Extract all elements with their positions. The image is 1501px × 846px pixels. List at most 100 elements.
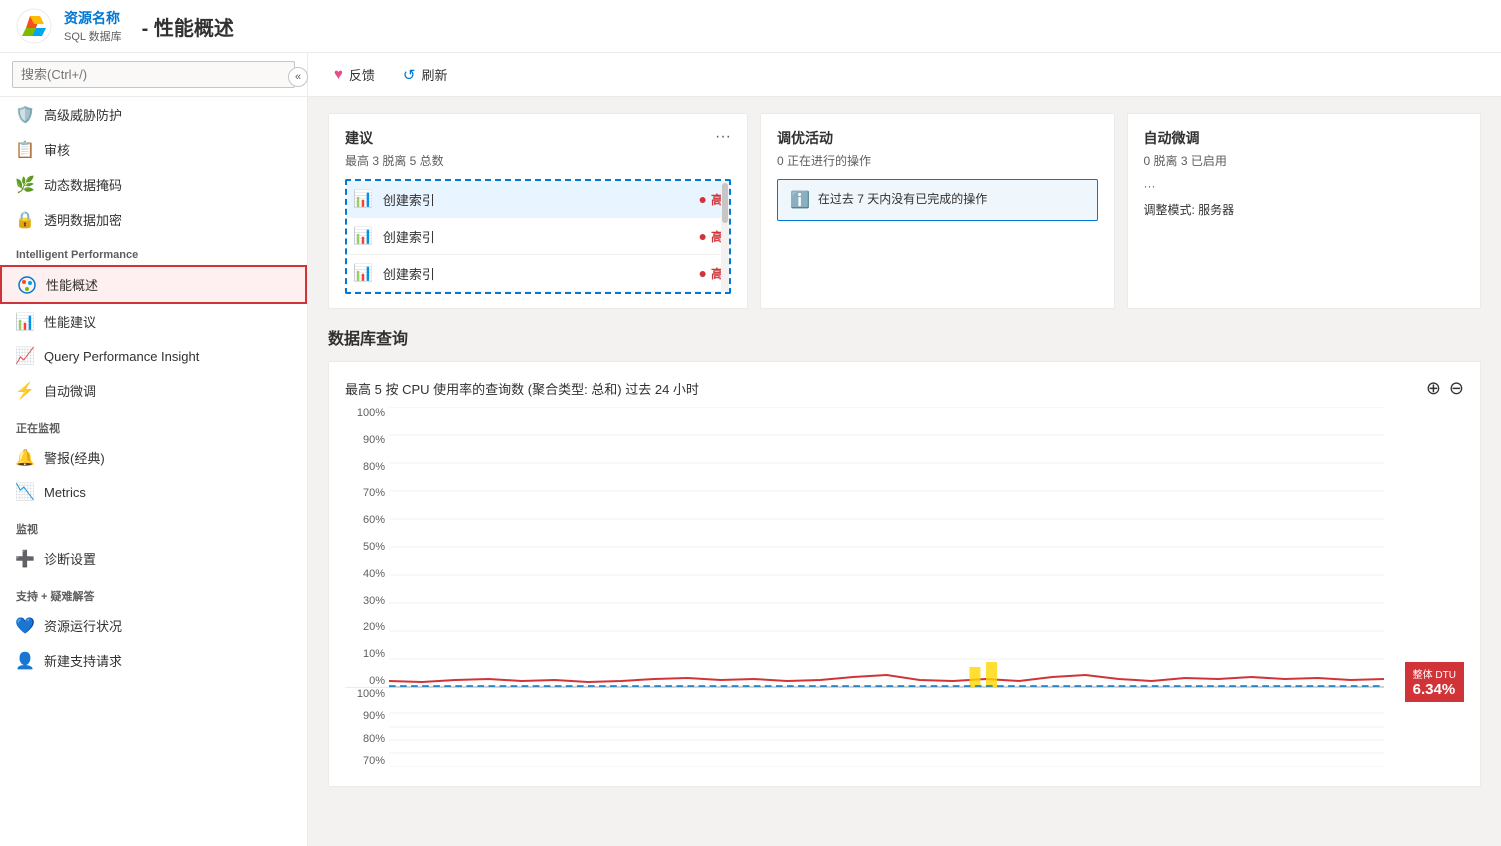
sidebar-item-label: 性能概述 [46,275,98,294]
rec-more-button[interactable]: ··· [715,128,731,146]
resource-subtitle: SQL 数据库 [64,28,122,44]
y-label: 20% [345,621,385,633]
sidebar-item[interactable]: 🛡️ 高级威胁防护 [0,97,307,132]
bar-spike-1 [969,667,980,687]
tuning-card: 调优活动 0 正在进行的操作 ℹ️ 在过去 7 天内没有已完成的操作 [760,113,1115,309]
sidebar-item-resource-health[interactable]: 💙 资源运行状况 [0,608,307,643]
y-label: 70% [345,755,385,767]
refresh-button[interactable]: ↺ 刷新 [397,61,454,88]
health-icon: 💙 [16,617,34,635]
rec-severity-badge-2: ● 高 [699,228,723,245]
dtu-value: 6.34% [1413,681,1456,698]
refresh-icon: ↺ [403,66,416,84]
audit-icon: 📋 [16,141,34,159]
sidebar-item[interactable]: 🔒 透明数据加密 [0,202,307,237]
tuning-info-text: 在过去 7 天内没有已完成的操作 [818,190,987,207]
rec-table-icon: 📊 [353,189,373,209]
y-label: 100% [345,688,385,700]
cards-row: 建议 最高 3 脱离 5 总数 ··· 📊 创建索引 ● 高 [328,113,1481,309]
alert-icon: 🔔 [16,449,34,467]
auto-tune-card: 自动微调 0 脱离 3 已启用 ··· 调整模式: 服务器 [1127,113,1482,309]
diagnostics-icon: ➕ [16,550,34,568]
sidebar: 🛡️ 高级威胁防护 📋 审核 🌿 动态数据掩码 🔒 透明数据加密 Intelli… [0,53,308,846]
dtu-label: 整体 DTU [1413,666,1456,681]
zoom-out-button[interactable]: ⊖ [1449,378,1464,399]
query-icon: 📈 [16,347,34,365]
feedback-label: 反馈 [349,65,375,84]
sidebar-item-label: Metrics [44,485,86,500]
y-label: 50% [345,541,385,553]
y-label: 0% [345,675,385,687]
y-label: 90% [345,434,385,446]
sidebar-item[interactable]: 📋 审核 [0,132,307,167]
tuning-card-title: 调优活动 [777,128,1098,148]
support-icon: 👤 [16,652,34,670]
tuning-card-subtitle: 0 正在进行的操作 [777,152,1098,169]
info-icon: ℹ️ [790,190,810,210]
sidebar-item-performance-recommendation[interactable]: 📊 性能建议 [0,304,307,339]
sidebar-item-new-support[interactable]: 👤 新建支持请求 [0,643,307,678]
sidebar-item-label: 资源运行状况 [44,616,122,635]
sidebar-section-header-monitoring: 正在监视 [0,408,307,440]
azure-logo [16,8,52,44]
sidebar-item-metrics[interactable]: 📉 Metrics [0,475,307,509]
recommendation-item[interactable]: 📊 创建索引 ● 高 [347,181,729,218]
chart-title: 最高 5 按 CPU 使用率的查询数 (聚合类型: 总和) 过去 24 小时 [345,379,699,398]
content-main: 建议 最高 3 脱离 5 总数 ··· 📊 创建索引 ● 高 [308,97,1501,803]
rec-severity-badge-3: ● 高 [699,265,723,282]
sidebar-item-alert[interactable]: 🔔 警报(经典) [0,440,307,475]
recommendations-card: 建议 最高 3 脱离 5 总数 ··· 📊 创建索引 ● 高 [328,113,748,309]
auto-tune-icon: ⚡ [16,382,34,400]
sidebar-item-label: 性能建议 [44,312,96,331]
feedback-button[interactable]: ♥ 反馈 [328,61,381,88]
bar-spike-2 [986,662,997,687]
y-label: 70% [345,487,385,499]
sidebar-item[interactable]: 🌿 动态数据掩码 [0,167,307,202]
resource-name[interactable]: 资源名称 [64,8,122,28]
perf-rec-icon: 📊 [16,313,34,331]
auto-tune-extra: ··· [1144,179,1227,193]
dtu-badge: 整体 DTU 6.34% [1405,662,1464,702]
auto-tune-mode: 调整模式: 服务器 [1144,201,1465,218]
rec-table-icon-2: 📊 [353,226,373,246]
sidebar-item-label: 透明数据加密 [44,210,122,229]
tuning-info-box: ℹ️ 在过去 7 天内没有已完成的操作 [777,179,1098,221]
recommendation-item[interactable]: 📊 创建索引 ● 高 [347,255,729,292]
sidebar-search-area [0,53,307,97]
sidebar-item-label: Query Performance Insight [44,349,199,364]
main-layout: 🛡️ 高级威胁防护 📋 审核 🌿 动态数据掩码 🔒 透明数据加密 Intelli… [0,53,1501,846]
sidebar-item-label: 警报(经典) [44,448,105,467]
auto-tune-subtitle: 0 脱离 3 已启用 [1144,152,1227,169]
chart-zoom-controls: ⊕ ⊖ [1426,378,1464,399]
rec-severity-badge-1: ● 高 [699,191,723,208]
y-label: 100% [345,407,385,419]
chart-header: 最高 5 按 CPU 使用率的查询数 (聚合类型: 总和) 过去 24 小时 ⊕… [345,378,1464,399]
rec-table-icon-3: 📊 [353,263,373,283]
y-label: 40% [345,568,385,580]
search-input[interactable] [12,61,295,88]
y-axis: 100% 90% 80% 70% 60% 50% 40% 30% 20% 10%… [345,407,389,770]
y-label: 10% [345,648,385,660]
content-area: ♥ 反馈 ↺ 刷新 建议 最高 3 脱离 5 总数 ··· [308,53,1501,846]
chart-area: 100% 90% 80% 70% 60% 50% 40% 30% 20% 10%… [345,407,1464,770]
sidebar-collapse-button[interactable]: « [288,67,308,87]
chart-container: 最高 5 按 CPU 使用率的查询数 (聚合类型: 总和) 过去 24 小时 ⊕… [328,361,1481,787]
rec-card-title: 建议 [345,128,444,148]
sidebar-section-header-intelligent: Intelligent Performance [0,237,307,265]
zoom-in-button[interactable]: ⊕ [1426,378,1441,399]
y-label: 80% [345,461,385,473]
y-label: 90% [345,710,385,722]
sidebar-item-diagnostics[interactable]: ➕ 诊断设置 [0,541,307,576]
sidebar-item-query-performance[interactable]: 📈 Query Performance Insight [0,339,307,373]
sidebar-item-performance-overview[interactable]: 性能概述 [0,265,307,304]
sidebar-item-auto-tune[interactable]: ⚡ 自动微调 [0,373,307,408]
list-scrollbar[interactable] [721,181,729,292]
auto-tune-title: 自动微调 [1144,128,1227,148]
y-label: 60% [345,514,385,526]
sidebar-item-label: 动态数据掩码 [44,175,122,194]
resource-title-area: 资源名称 SQL 数据库 [64,8,122,44]
sidebar-item-label: 高级威胁防护 [44,105,122,124]
recommendation-item[interactable]: 📊 创建索引 ● 高 [347,218,729,255]
chart-plot: 整体 DTU 6.34% [389,407,1464,770]
refresh-label: 刷新 [422,65,448,84]
